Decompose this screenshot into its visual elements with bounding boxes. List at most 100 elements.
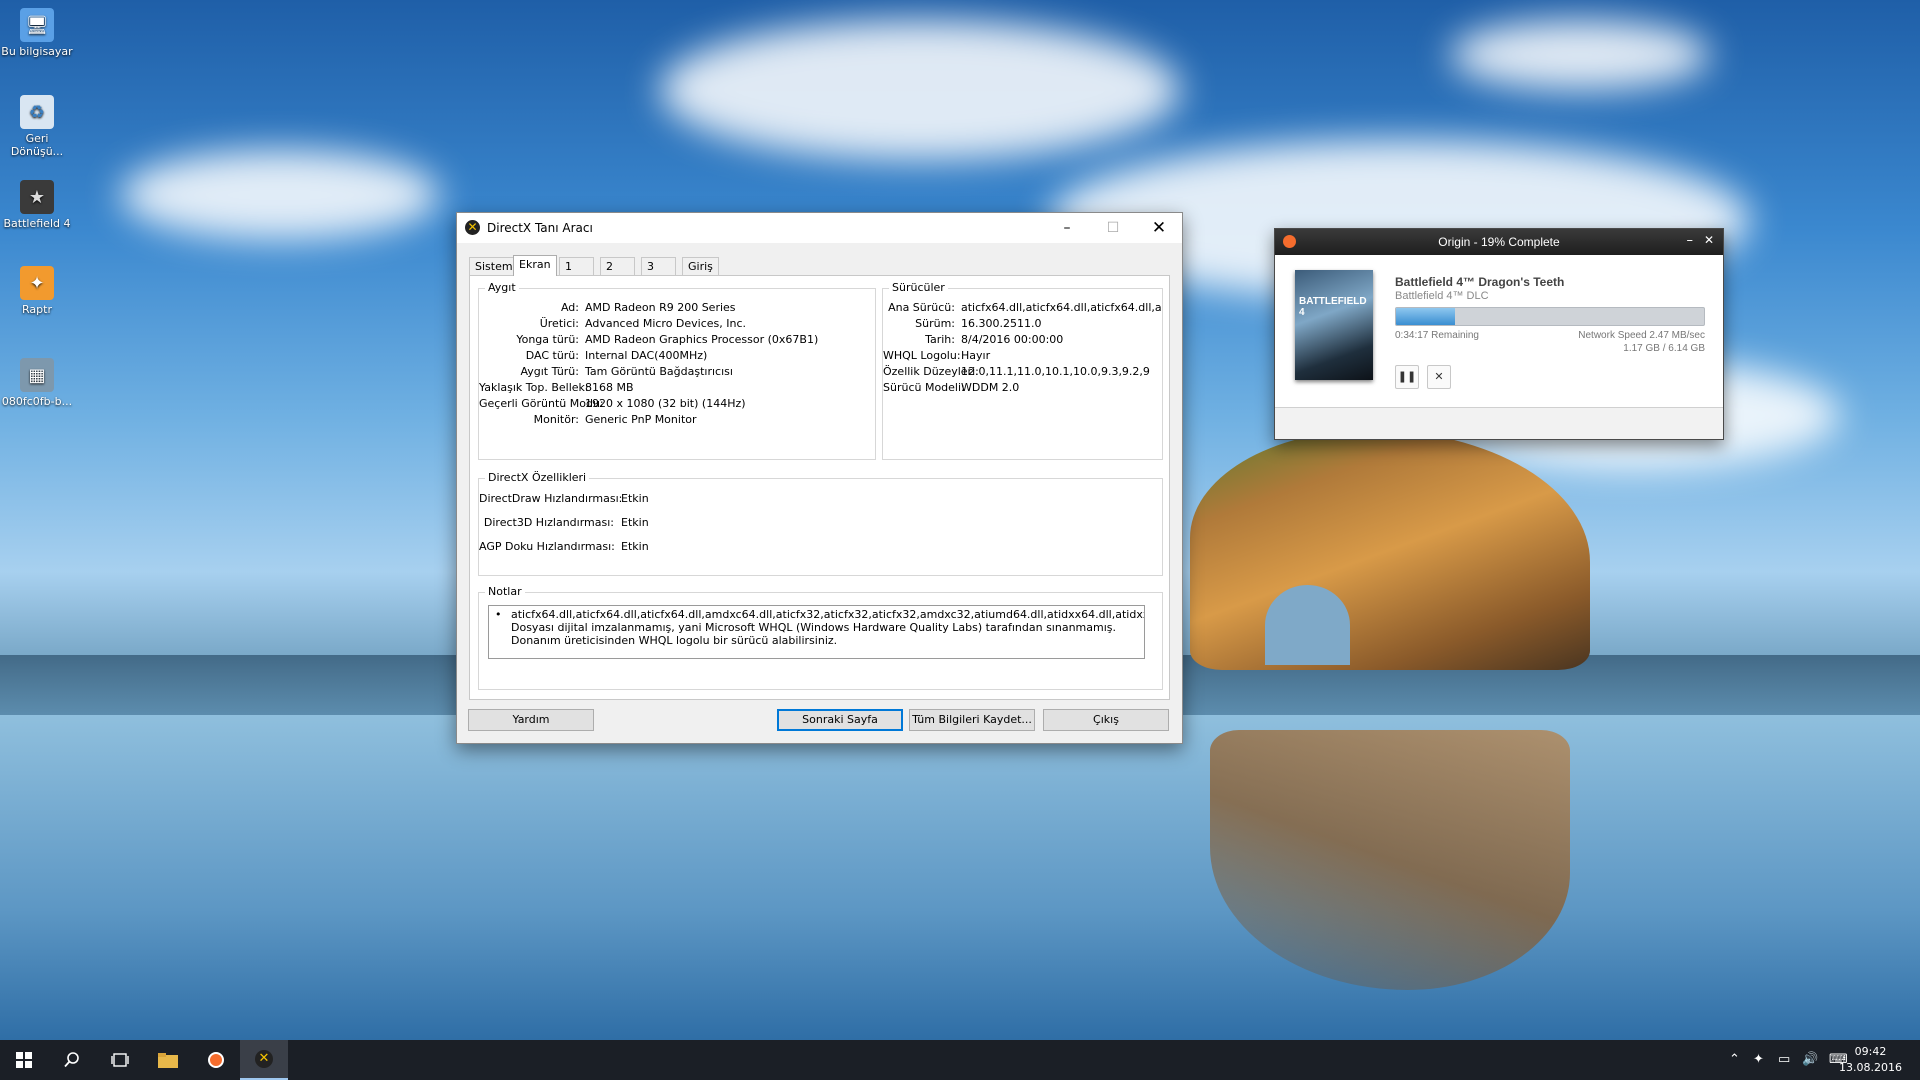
tab-sound-2[interactable]: 2 Sesi <box>600 257 635 290</box>
task-view-button[interactable] <box>96 1040 144 1080</box>
dxdiag-window: ✕ DirectX Tanı Aracı – ☐ ✕ Sistem Ekran … <box>456 212 1183 744</box>
folder-icon <box>158 1053 178 1068</box>
game-subtitle: Battlefield 4™ DLC <box>1395 290 1489 302</box>
device-info-label: Geçerli Görüntü Modu: <box>479 397 604 410</box>
device-info-value: 8168 MB <box>585 381 634 394</box>
device-info-label: Üretici: <box>539 317 579 330</box>
group-title: Aygıt <box>485 281 519 294</box>
desktop-icon-label: Raptr <box>22 303 52 316</box>
driver-info-label: Sürüm: <box>915 317 955 330</box>
note-text: aticfx64.dll,aticfx64.dll,aticfx64.dll,a… <box>511 608 1144 647</box>
window-title: Origin - 19% Complete <box>1438 235 1560 249</box>
rock-arch <box>1190 430 1590 670</box>
feature-info-value: Etkin <box>621 492 649 505</box>
dxdiag-titlebar[interactable]: ✕ DirectX Tanı Aracı – ☐ ✕ <box>457 213 1182 243</box>
taskbar: ✕ ⌃ ✦ ▭ 🔊 ⌨ 09:42 13.08.2016 <box>0 1040 1920 1080</box>
start-button[interactable] <box>0 1040 48 1080</box>
device-info-label: DAC türü: <box>525 349 579 362</box>
progress-fill <box>1396 308 1455 325</box>
close-button[interactable]: ✕ <box>1704 233 1714 247</box>
driver-info-value: Hayır <box>961 349 991 362</box>
next-page-button[interactable]: Sonraki Sayfa <box>777 709 903 731</box>
pause-button[interactable]: ❚❚ <box>1395 365 1419 389</box>
device-info-label: Ad: <box>560 301 579 314</box>
minimize-button[interactable]: – <box>1687 233 1694 248</box>
monitor-icon: 🖥 <box>20 8 54 42</box>
help-button[interactable]: Yardım <box>468 709 594 731</box>
save-all-info-button[interactable]: Tüm Bilgileri Kaydet... <box>909 709 1035 731</box>
tab-system[interactable]: Sistem <box>469 257 519 275</box>
device-info-value: 1920 x 1080 (32 bit) (144Hz) <box>585 397 746 410</box>
search-button[interactable] <box>48 1040 96 1080</box>
download-progress-bar <box>1395 307 1705 326</box>
group-title: DirectX Özellikleri <box>485 471 590 484</box>
tab-input[interactable]: Giriş <box>682 257 719 275</box>
cloud <box>660 20 1180 160</box>
driver-info-label: Sürücü Modeli: <box>883 381 965 394</box>
tab-sound-1[interactable]: 1 Sesi <box>559 257 594 290</box>
game-cover-image: BATTLEFIELD 4 <box>1295 270 1373 380</box>
desktop-icon-label: Bu bilgisayar <box>1 45 73 58</box>
taskbar-dxdiag[interactable]: ✕ <box>240 1040 288 1080</box>
task-view-icon <box>111 1053 129 1067</box>
minimize-button[interactable]: – <box>1044 213 1090 243</box>
driver-info-label: Özellik Düzeyleri: <box>883 365 979 378</box>
raptr-icon: ✦ <box>20 266 54 300</box>
rock-arch-opening <box>1265 585 1350 665</box>
maximize-button: ☐ <box>1106 220 1120 236</box>
driver-info-label: Tarih: <box>925 333 955 346</box>
group-title: Sürücüler <box>889 281 948 294</box>
driver-info-value: WDDM 2.0 <box>961 381 1020 394</box>
device-info-label: Yaklaşık Top. Bellek: <box>479 381 589 394</box>
origin-icon <box>208 1052 224 1068</box>
close-button[interactable]: ✕ <box>1136 213 1182 243</box>
notes-group: Notlar • aticfx64.dll,aticfx64.dll,aticf… <box>478 585 1163 690</box>
taskbar-origin[interactable] <box>192 1040 240 1080</box>
download-size: 1.17 GB / 6.14 GB <box>1623 343 1705 354</box>
download-item: BATTLEFIELD 4 Battlefield 4™ Dragon's Te… <box>1275 255 1723 408</box>
feature-info-value: Etkin <box>621 540 649 553</box>
desktop-icon-battlefield-4[interactable]: ★ Battlefield 4 <box>0 180 74 230</box>
taskbar-clock[interactable]: 09:42 13.08.2016 <box>1839 1044 1902 1076</box>
device-info-value: AMD Radeon Graphics Processor (0x67B1) <box>585 333 819 346</box>
taskbar-file-explorer[interactable] <box>144 1040 192 1080</box>
feature-info-value: Etkin <box>621 516 649 529</box>
desktop-icon-label: Geri Dönüşü... <box>10 132 64 158</box>
beach <box>0 715 1920 1040</box>
directx-icon: ✕ <box>255 1050 273 1068</box>
desktop-icon-raptr[interactable]: ✦ Raptr <box>0 266 74 316</box>
raptr-tray-icon[interactable]: ✦ <box>1753 1052 1764 1067</box>
show-hidden-icons-button[interactable]: ⌃ <box>1729 1052 1740 1067</box>
origin-titlebar[interactable]: Origin - 19% Complete – ✕ <box>1275 229 1723 255</box>
cancel-download-button[interactable]: ✕ <box>1427 365 1451 389</box>
window-title: DirectX Tanı Aracı <box>487 221 593 235</box>
tab-sound-3[interactable]: 3 Sesi <box>641 257 676 290</box>
recycle-bin-icon: ♻ <box>20 95 54 129</box>
tab-display[interactable]: Ekran <box>513 255 557 276</box>
group-title: Notlar <box>485 585 525 598</box>
cloud <box>1450 20 1710 90</box>
driver-info-label: WHQL Logolu: <box>883 349 961 362</box>
device-group: Aygıt Ad: AMD Radeon R9 200 Series Üretici… <box>478 281 876 460</box>
notes-textbox[interactable]: • aticfx64.dll,aticfx64.dll,aticfx64.dll… <box>488 605 1145 659</box>
volume-icon[interactable]: 🔊 <box>1802 1052 1818 1067</box>
desktop-icon-image-file[interactable]: ▦ 080fc0fb-b... <box>0 358 74 408</box>
image-file-icon: ▦ <box>20 358 54 392</box>
driver-info-label: Ana Sürücü: <box>888 301 955 314</box>
device-info-value: Internal DAC(400MHz) <box>585 349 708 362</box>
driver-info-value: 8/4/2016 00:00:00 <box>961 333 1064 346</box>
search-icon <box>64 1052 79 1068</box>
exit-button[interactable]: Çıkış <box>1043 709 1169 731</box>
desktop-icon-recycle-bin[interactable]: ♻ Geri Dönüşü... <box>0 95 74 158</box>
device-info-value: Tam Görüntü Bağdaştırıcısı <box>585 365 733 378</box>
directx-features-group: DirectX Özellikleri DirectDraw Hızlandır… <box>478 471 1163 576</box>
device-info-value: Advanced Micro Devices, Inc. <box>585 317 747 330</box>
feature-info-label: Direct3D Hızlandırması: <box>483 516 614 529</box>
feature-info-label: AGP Doku Hızlandırması: <box>479 540 615 553</box>
drivers-group: Sürücüler Ana Sürücü: aticfx64.dll,aticfx… <box>882 281 1163 460</box>
desktop-icon-this-pc[interactable]: 🖥 Bu bilgisayar <box>0 8 74 58</box>
driver-info-value: 16.300.2511.0 <box>961 317 1042 330</box>
directx-icon: ✕ <box>465 220 480 235</box>
network-icon[interactable]: ▭ <box>1778 1052 1790 1067</box>
note-bullet: • <box>495 608 502 621</box>
